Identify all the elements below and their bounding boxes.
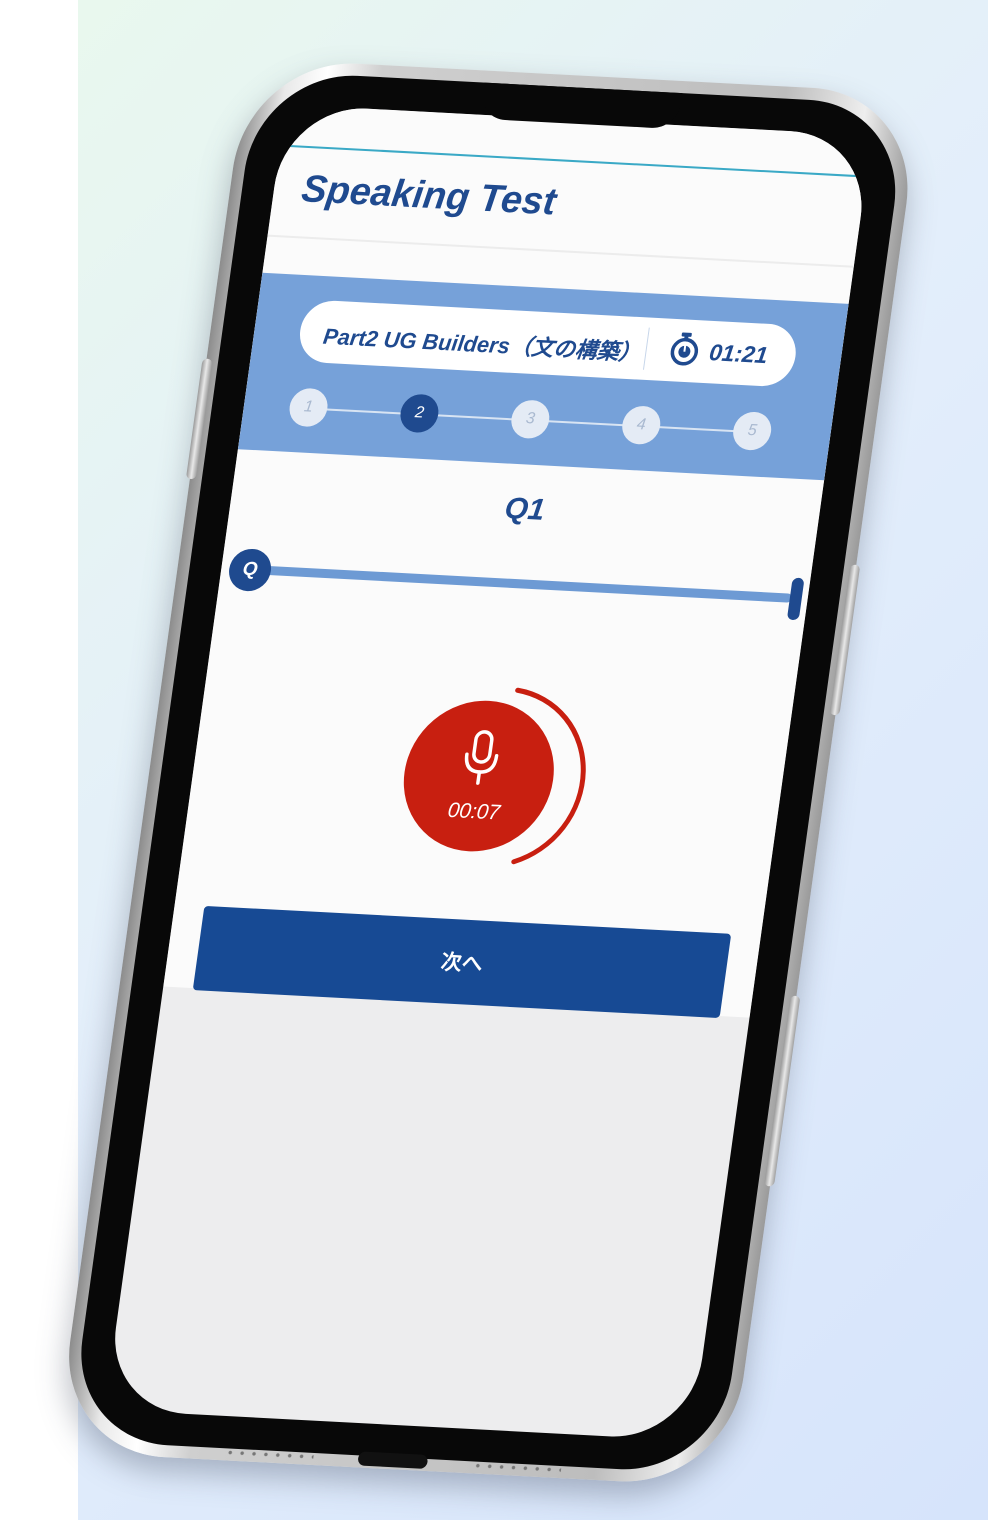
part-panel: Part2 UG Builders（文の構築） 01:21 1 2 3 4 5	[237, 272, 849, 481]
recording-time: 00:07	[446, 798, 502, 825]
page-title: Speaking Test	[299, 167, 559, 224]
step-3: 3	[508, 399, 552, 440]
question-label: Q1	[502, 491, 547, 527]
charging-port	[357, 1451, 429, 1470]
header-divider	[267, 234, 854, 268]
timer-value: 01:21	[707, 338, 770, 368]
step-number: 3	[524, 410, 537, 428]
phone-screen: Speaking Test Part2 UG Builders（文の構築） 01…	[104, 104, 873, 1441]
step-number: 4	[635, 415, 647, 434]
part-info-pill: Part2 UG Builders（文の構築） 01:21	[295, 299, 800, 388]
step-number: 5	[746, 421, 758, 440]
question-progress: Q	[226, 546, 805, 622]
phone-frame: Speaking Test Part2 UG Builders（文の構築） 01…	[54, 57, 922, 1488]
phone-bezel: Speaking Test Part2 UG Builders（文の構築） 01…	[68, 70, 909, 1475]
progress-end-marker	[786, 577, 805, 621]
step-2: 2	[397, 393, 441, 434]
part-stepper: 1 2 3 4 5	[287, 387, 788, 453]
step-number: 2	[413, 404, 426, 422]
part-name: Part2 UG Builders（文の構築）	[321, 323, 643, 366]
progress-track	[248, 564, 793, 603]
progress-start-marker: Q	[226, 547, 274, 593]
next-button[interactable]: 次へ	[192, 905, 732, 1019]
step-1: 1	[287, 387, 330, 428]
step-number: 1	[303, 398, 315, 416]
step-4: 4	[619, 405, 663, 446]
recording-control: 00:07	[375, 676, 599, 877]
speaking-test-view: Speaking Test Part2 UG Builders（文の構築） 01…	[163, 104, 873, 1019]
part-timer: 01:21	[667, 330, 770, 372]
timer-divider	[642, 327, 650, 370]
step-5: 5	[730, 411, 774, 452]
phone-mockup: Speaking Test Part2 UG Builders（文の構築） 01…	[0, 0, 988, 1520]
stopwatch-icon	[667, 330, 702, 371]
microphone-icon	[457, 727, 505, 792]
